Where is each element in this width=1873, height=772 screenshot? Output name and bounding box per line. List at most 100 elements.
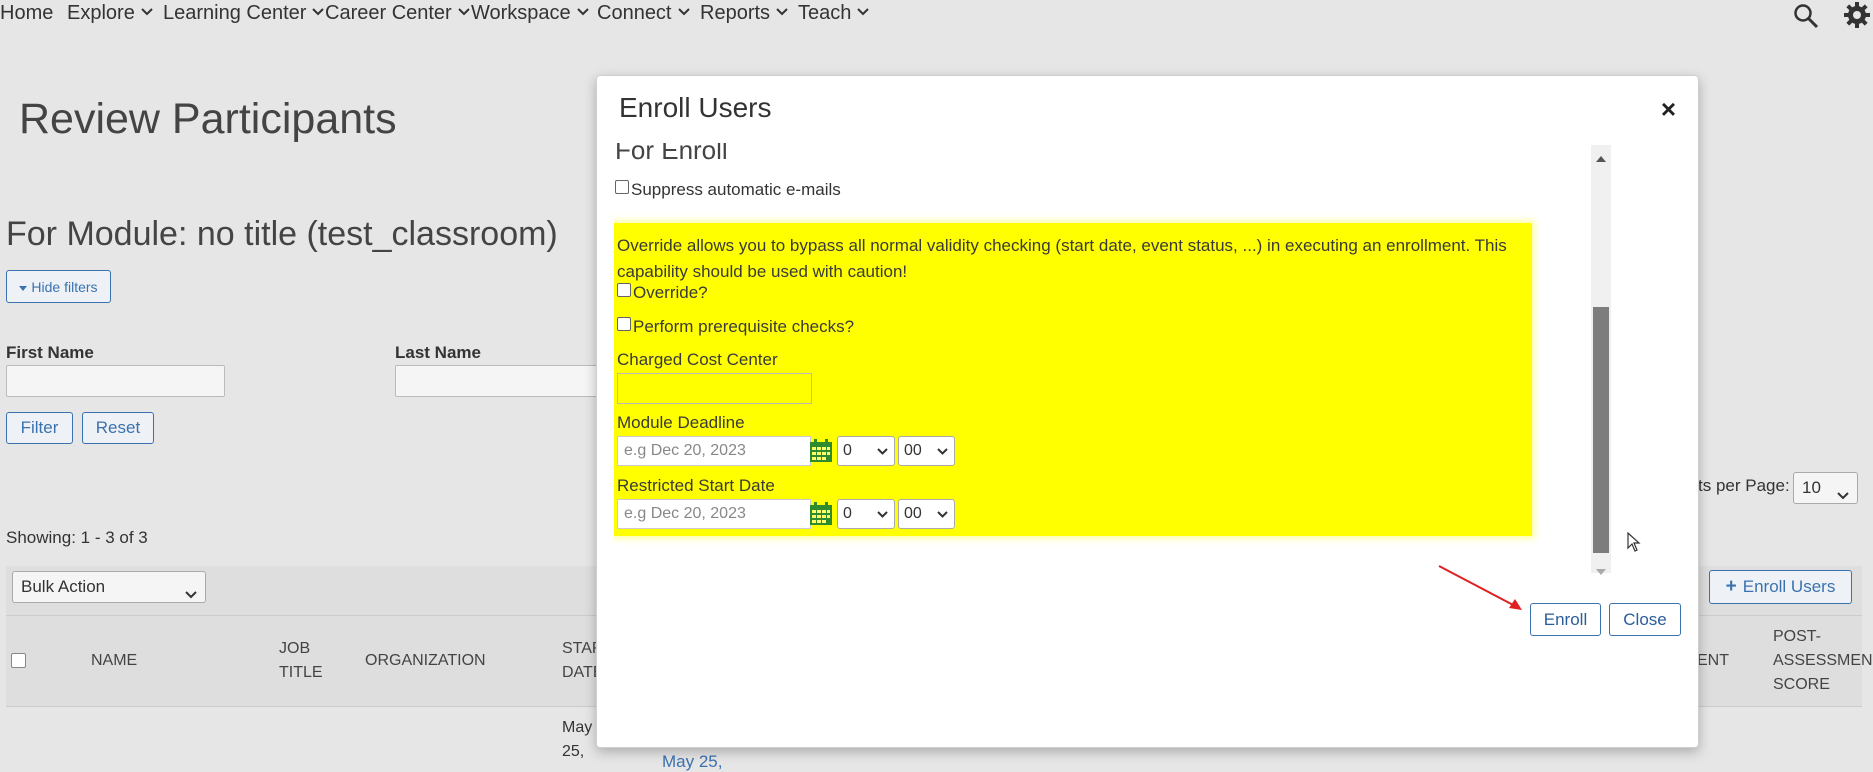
scroll-thumb[interactable] — [1593, 307, 1609, 553]
hour-value: 0 — [843, 442, 852, 459]
bulk-action-value: Bulk Action — [21, 577, 106, 596]
override-section: Override allows you to bypass all normal… — [614, 223, 1532, 536]
caret-down-icon — [19, 279, 28, 295]
prereq-row[interactable]: Perform prerequisite checks? — [617, 317, 854, 337]
chevron-down-icon — [937, 511, 948, 518]
override-row[interactable]: Override? — [617, 283, 708, 303]
page-title: Review Participants — [19, 95, 397, 143]
nav-label: Explore — [67, 2, 135, 24]
mouse-cursor-icon — [1627, 531, 1641, 557]
prereq-label: Perform prerequisite checks? — [633, 317, 855, 336]
nav-label: Connect — [597, 2, 672, 24]
minute-value: 00 — [904, 505, 922, 522]
nav-home[interactable]: Home — [0, 2, 53, 25]
last-name-input[interactable] — [395, 365, 600, 397]
modal-title: Enroll Users — [619, 92, 772, 123]
override-label: Override? — [633, 283, 708, 302]
nav-career-center[interactable]: Career Center — [325, 2, 470, 25]
nav-label: Career Center — [325, 2, 452, 24]
enroll-users-modal: Enroll Users × For Enroll Suppress autom… — [596, 75, 1699, 748]
chevron-down-icon — [185, 584, 197, 604]
first-name-label: First Name — [6, 343, 94, 362]
filter-button[interactable]: Filter — [6, 412, 73, 444]
modal-body: For Enroll Suppress automatic e-mails Ov… — [614, 143, 1661, 570]
nav-explore[interactable]: Explore — [67, 2, 153, 25]
col-organization[interactable]: ORGANIZATION — [365, 649, 486, 673]
scroll-down-arrow-icon[interactable] — [1596, 563, 1606, 581]
plus-icon: + — [1725, 576, 1737, 597]
nav-connect[interactable]: Connect — [597, 2, 690, 25]
select-all-checkbox[interactable] — [11, 653, 26, 668]
nav-label: Reports — [700, 2, 771, 24]
module-deadline-label: Module Deadline — [617, 413, 745, 432]
restricted-start-input[interactable]: e.g Dec 20, 2023 — [617, 499, 811, 529]
chevron-down-icon — [458, 8, 470, 16]
row-date-link[interactable]: May 25, — [662, 752, 722, 772]
suppress-emails-label: Suppress automatic e-mails — [631, 180, 841, 199]
col-post-assessment-score[interactable]: POST- ASSESSMEN SCORE — [1773, 625, 1873, 697]
enroll-button[interactable]: Enroll — [1530, 603, 1601, 636]
nav-teach[interactable]: Teach — [798, 2, 870, 25]
nav-label: Learning Center — [163, 2, 307, 24]
module-deadline-minute-select[interactable]: 00 — [898, 436, 955, 466]
results-per-page-value: 10 — [1802, 478, 1821, 497]
cost-center-input[interactable] — [617, 373, 812, 404]
prereq-checkbox[interactable] — [617, 317, 631, 331]
top-nav: Home Explore Learning Center Career Cent… — [0, 0, 1873, 30]
annotation-arrow-icon — [1437, 564, 1527, 619]
chevron-down-icon — [576, 8, 589, 16]
hide-filters-button[interactable]: Hide filters — [6, 270, 111, 303]
hide-filters-label: Hide filters — [31, 278, 98, 295]
scroll-up-arrow-icon[interactable] — [1596, 149, 1606, 167]
reset-label: Reset — [95, 418, 141, 437]
reset-button[interactable]: Reset — [82, 412, 154, 444]
chevron-down-icon — [312, 8, 325, 16]
module-title: For Module: no title (test_classroom) — [6, 215, 558, 253]
nav-label: Teach — [798, 2, 852, 24]
first-name-input[interactable] — [6, 365, 225, 397]
restricted-start-minute-select[interactable]: 00 — [898, 499, 955, 529]
minute-value: 00 — [904, 442, 922, 459]
results-per-page-label: ts per Page: — [1698, 476, 1790, 495]
chevron-down-icon — [877, 511, 888, 518]
cost-center-label: Charged Cost Center — [617, 350, 778, 369]
close-button[interactable]: Close — [1609, 603, 1681, 636]
override-checkbox[interactable] — [617, 283, 631, 297]
chevron-down-icon — [857, 8, 870, 16]
chevron-down-icon — [1837, 485, 1849, 505]
chevron-down-icon — [877, 448, 888, 455]
col-ent[interactable]: ENT — [1697, 649, 1729, 673]
col-name[interactable]: NAME — [91, 649, 137, 673]
search-icon[interactable] — [1793, 3, 1819, 34]
suppress-emails-row[interactable]: Suppress automatic e-mails — [615, 180, 841, 200]
chevron-down-icon — [141, 8, 153, 16]
calendar-icon[interactable] — [809, 439, 833, 463]
gear-icon[interactable] — [1843, 1, 1871, 34]
close-label: Close — [1623, 609, 1667, 629]
enroll-users-button[interactable]: + Enroll Users — [1709, 570, 1852, 604]
last-name-label: Last Name — [395, 343, 481, 362]
calendar-icon[interactable] — [809, 502, 833, 526]
showing-count: Showing: 1 - 3 of 3 — [6, 528, 148, 547]
enroll-users-label: Enroll Users — [1742, 577, 1836, 596]
override-warning: Override allows you to bypass all normal… — [617, 236, 1507, 281]
col-job-title[interactable]: JOB TITLE — [279, 637, 329, 685]
bulk-action-select[interactable]: Bulk Action — [12, 571, 206, 603]
nav-reports[interactable]: Reports — [700, 2, 788, 25]
section-heading: For Enroll — [615, 143, 728, 165]
chevron-down-icon — [677, 8, 690, 16]
filter-label: Filter — [20, 418, 59, 437]
restricted-start-hour-select[interactable]: 0 — [837, 499, 895, 529]
nav-workspace[interactable]: Workspace — [471, 2, 589, 25]
suppress-emails-checkbox[interactable] — [615, 180, 629, 194]
module-deadline-hour-select[interactable]: 0 — [837, 436, 895, 466]
close-icon[interactable]: × — [1661, 94, 1676, 125]
restricted-start-placeholder: e.g Dec 20, 2023 — [624, 505, 746, 522]
chevron-down-icon — [776, 8, 788, 16]
nav-label: Workspace — [471, 2, 571, 24]
results-per-page-select[interactable]: 10 — [1793, 472, 1858, 504]
module-deadline-input[interactable]: e.g Dec 20, 2023 — [617, 436, 811, 466]
enroll-label: Enroll — [1543, 609, 1588, 629]
modal-scrollbar[interactable] — [1591, 145, 1611, 575]
nav-learning-center[interactable]: Learning Center — [163, 2, 325, 25]
